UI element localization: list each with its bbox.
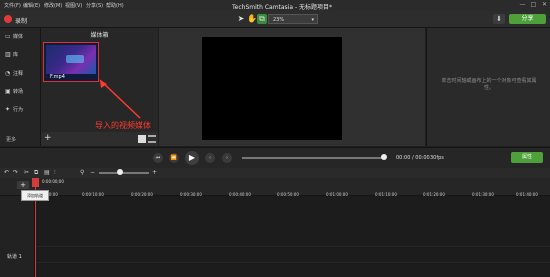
timeline-zoom-slider[interactable]	[99, 172, 149, 174]
fps-readout: 30fps	[430, 155, 444, 161]
add-track-tooltip: 添加轨道	[21, 190, 49, 201]
time-readout: 00:00 / 00:00	[396, 155, 430, 161]
seek-handle[interactable]	[381, 154, 387, 160]
playback-controls: ⏮ ⏪ ▶ ‹ › 00:00 / 00:00 30fps 属性	[0, 147, 550, 169]
split-icon[interactable]: ⫶	[54, 169, 56, 177]
prev-icon[interactable]: ‹	[205, 153, 215, 163]
seek-bar[interactable]	[242, 157, 384, 159]
step-back-icon[interactable]: ⏮	[153, 153, 163, 163]
track-divider	[35, 262, 550, 263]
add-track-button[interactable]: +	[17, 181, 29, 189]
paste-icon[interactable]: ▤	[44, 169, 50, 176]
redo-icon[interactable]: ↷	[13, 169, 18, 176]
next-icon[interactable]: ›	[222, 153, 232, 163]
timeline-toolbar: ↶ ↷ ✂ ⧉ ▤ ⫶ ⚲ − +	[0, 168, 550, 178]
timeline-zoom-handle[interactable]	[117, 169, 123, 175]
properties-button[interactable]: 属性	[511, 152, 543, 163]
zoom-icon[interactable]: ⚲	[80, 169, 84, 176]
zoom-in-icon[interactable]: +	[152, 169, 157, 176]
playhead-time: 0:00:00;00	[42, 179, 64, 184]
timeline-ruler: + 0:00:00;00 0:00:00;00 0:00:10;00 0:00:…	[0, 178, 550, 197]
track-header: 轨道 1	[0, 196, 35, 277]
properties-label: 属性	[521, 154, 532, 160]
timeline-tracks: 轨道 1	[0, 196, 550, 277]
track-label[interactable]: 轨道 1	[7, 253, 22, 260]
track-divider	[35, 246, 550, 247]
zoom-out-icon[interactable]: −	[90, 169, 95, 176]
undo-icon[interactable]: ↶	[4, 169, 9, 176]
play-icon[interactable]: ▶	[185, 151, 199, 165]
cut-icon[interactable]: ✂	[24, 169, 29, 176]
annotation-label: 导入的视频媒体	[95, 121, 151, 130]
rewind-icon[interactable]: ⏪	[169, 153, 179, 163]
copy-icon[interactable]: ⧉	[34, 169, 38, 177]
